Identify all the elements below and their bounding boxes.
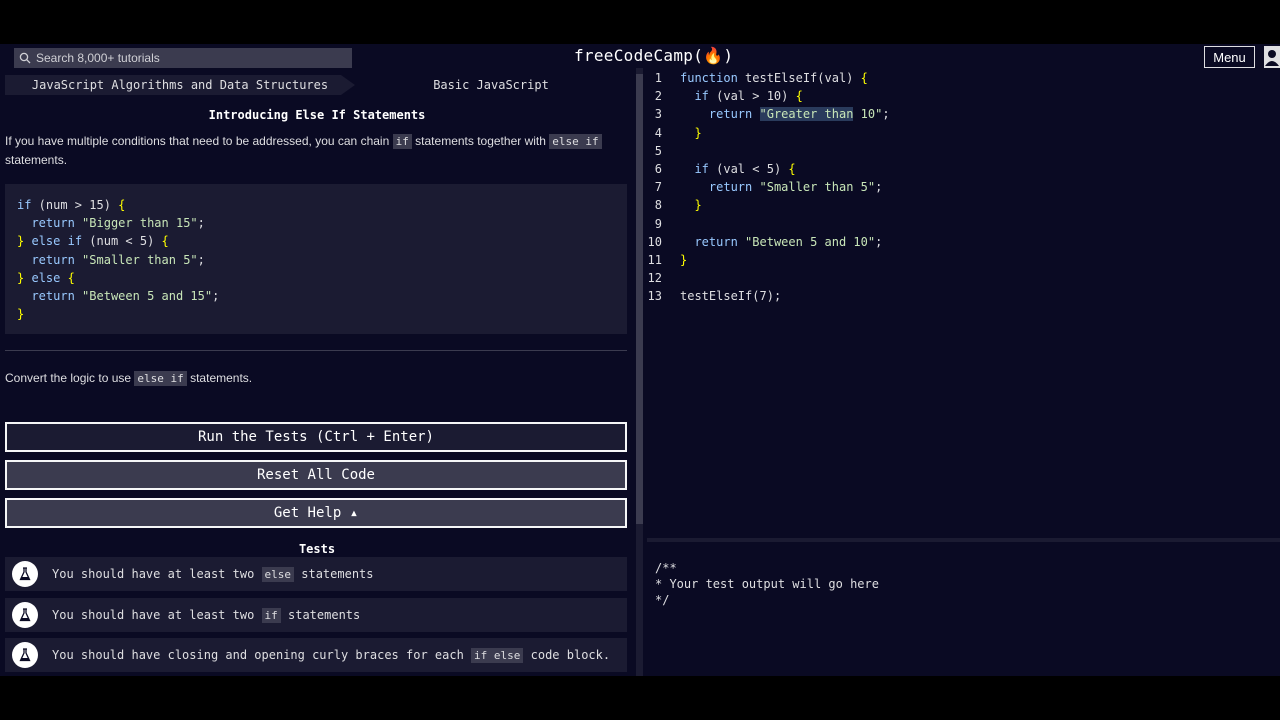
test-output-text: /** * Your test output will go here */ [655, 561, 879, 607]
line-number: 3 [654, 107, 662, 122]
code-editor[interactable]: 1 function testElseIf(val) {2 if (val > 1… [647, 68, 1280, 538]
editor-line[interactable]: 8 } [647, 196, 1280, 214]
line-code[interactable]: testElseIf(7); [680, 287, 781, 305]
flask-icon [12, 561, 38, 587]
line-code[interactable]: } [680, 196, 701, 214]
line-code[interactable]: } [680, 124, 701, 142]
challenge-instructions: Convert the logic to use else if stateme… [5, 369, 615, 388]
user-icon [1265, 50, 1279, 66]
line-number: 2 [654, 89, 662, 104]
editor-line[interactable]: 5 [647, 142, 1280, 160]
line-code[interactable]: return "Greater than 10"; [680, 105, 890, 123]
test-text: You should have closing and opening curl… [52, 648, 611, 663]
editor-line[interactable]: 4 } [647, 124, 1280, 142]
line-number: 7 [654, 180, 662, 195]
example-code: if (num > 15) { return "Bigger than 15";… [17, 198, 220, 322]
editor-line[interactable]: 6 if (val < 5) { [647, 160, 1280, 178]
line-number: 10 [647, 234, 662, 249]
instructions-text: Convert the logic to use [5, 371, 135, 385]
test-text: You should have at least two if statemen… [52, 608, 361, 623]
menu-button[interactable]: Menu [1204, 46, 1255, 68]
editor-line[interactable]: 1 function testElseIf(val) { [647, 69, 1280, 87]
flask-icon [12, 642, 38, 668]
test-item: You should have closing and opening curl… [5, 638, 627, 672]
editor-line[interactable]: 10 return "Between 5 and 10"; [647, 233, 1280, 251]
app-window: Search 8,000+ tutorials freeCodeCamp(🔥) … [0, 44, 1280, 676]
description-text: If you have multiple conditions that nee… [5, 134, 393, 148]
line-number: 4 [654, 125, 662, 140]
inline-code: if [392, 134, 412, 149]
example-code-block: if (num > 15) { return "Bigger than 15";… [5, 184, 627, 334]
search-icon [19, 52, 31, 64]
line-code[interactable]: return "Between 5 and 10"; [680, 233, 882, 251]
editor-line[interactable]: 12 [647, 269, 1280, 287]
line-number: 9 [654, 216, 662, 231]
line-code[interactable]: function testElseIf(val) { [680, 69, 868, 87]
navbar: Search 8,000+ tutorials freeCodeCamp(🔥) … [0, 44, 1280, 68]
line-code[interactable]: } [680, 251, 687, 269]
editor-line[interactable]: 13 testElseIf(7); [647, 287, 1280, 305]
scrollbar-thumb[interactable] [636, 74, 643, 524]
divider [5, 350, 627, 351]
line-number: 8 [654, 198, 662, 213]
avatar[interactable] [1264, 46, 1280, 68]
tests-heading: Tests [298, 542, 336, 556]
description-text: statements together with [411, 134, 550, 148]
line-code[interactable]: return "Smaller than 5"; [680, 178, 882, 196]
instructions-scrollbar[interactable] [636, 68, 643, 676]
breadcrumb-block[interactable]: Basic JavaScript [355, 75, 627, 95]
editor-line[interactable]: 9 [647, 215, 1280, 233]
search-bar[interactable]: Search 8,000+ tutorials [14, 48, 352, 68]
instructions-panel: JavaScript Algorithms and Data Structure… [0, 68, 634, 676]
line-number: 13 [647, 289, 662, 304]
get-help-button[interactable]: Get Help ▴ [5, 498, 627, 528]
inline-code: if [261, 608, 281, 623]
editor-line[interactable]: 3 return "Greater than 10"; [647, 105, 1280, 123]
search-placeholder: Search 8,000+ tutorials [36, 51, 160, 65]
line-code[interactable]: if (val > 10) { [680, 87, 802, 105]
run-tests-button[interactable]: Run the Tests (Ctrl + Enter) [5, 422, 627, 452]
breadcrumb-superblock[interactable]: JavaScript Algorithms and Data Structure… [5, 75, 355, 95]
challenge-description: If you have multiple conditions that nee… [5, 132, 615, 169]
freecodecamp-logo[interactable]: freeCodeCamp(🔥) [574, 46, 733, 65]
flask-icon [12, 602, 38, 628]
editor-line[interactable]: 2 if (val > 10) { [647, 87, 1280, 105]
inline-code: else if [549, 134, 602, 149]
line-code[interactable]: if (val < 5) { [680, 160, 795, 178]
line-number: 1 [654, 71, 662, 85]
test-output-panel: /** * Your test output will go here */ [647, 542, 1280, 676]
editor-line[interactable]: 7 return "Smaller than 5"; [647, 178, 1280, 196]
breadcrumb: JavaScript Algorithms and Data Structure… [5, 75, 627, 95]
inline-code: if else [471, 648, 524, 663]
line-number: 5 [654, 143, 662, 158]
test-item: You should have at least two if statemen… [5, 598, 627, 632]
reset-code-button[interactable]: Reset All Code [5, 460, 627, 490]
test-item: You should have at least two else statem… [5, 557, 627, 591]
line-number: 11 [647, 253, 662, 267]
line-number: 12 [647, 271, 662, 286]
challenge-title: Introducing Else If Statements [208, 108, 426, 122]
description-text: statements. [5, 153, 68, 167]
line-number: 6 [654, 162, 662, 176]
instructions-text: statements. [186, 371, 253, 385]
test-text: You should have at least two else statem… [52, 567, 374, 582]
inline-code: else [261, 567, 295, 582]
inline-code: else if [134, 371, 187, 386]
editor-line[interactable]: 11} [647, 251, 1280, 269]
